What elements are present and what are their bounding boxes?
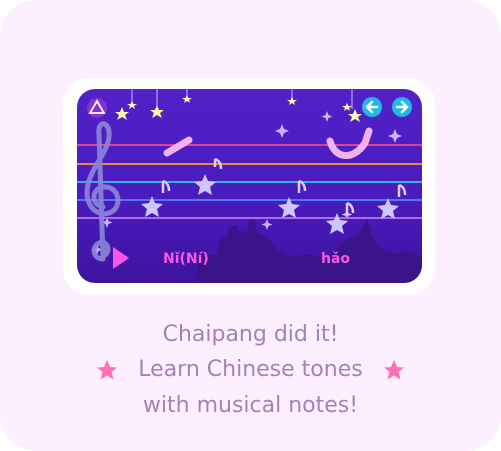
star-icon [97,360,117,380]
star-note [377,183,407,219]
game-canvas: Nǐ(Ní) hǎo [77,89,422,283]
syllable-second: hǎo [321,251,350,267]
play-icon[interactable] [113,247,129,269]
tone-game-screen: Nǐ(Ní) hǎo [77,89,422,283]
star-icon [384,360,404,380]
tone-marks [163,127,373,159]
music-staff [77,144,422,219]
home-button[interactable] [87,98,107,118]
back-button[interactable] [362,97,382,117]
syllable-first: Nǐ(Ní) [163,251,209,267]
forward-button[interactable] [392,97,412,117]
caption-line-2: Learn Chinese tones [138,357,363,382]
city-silhouette [197,219,422,283]
caption-line-1: Chaipang did it! [162,322,339,347]
caption-line-3: with musical notes! [142,393,359,418]
